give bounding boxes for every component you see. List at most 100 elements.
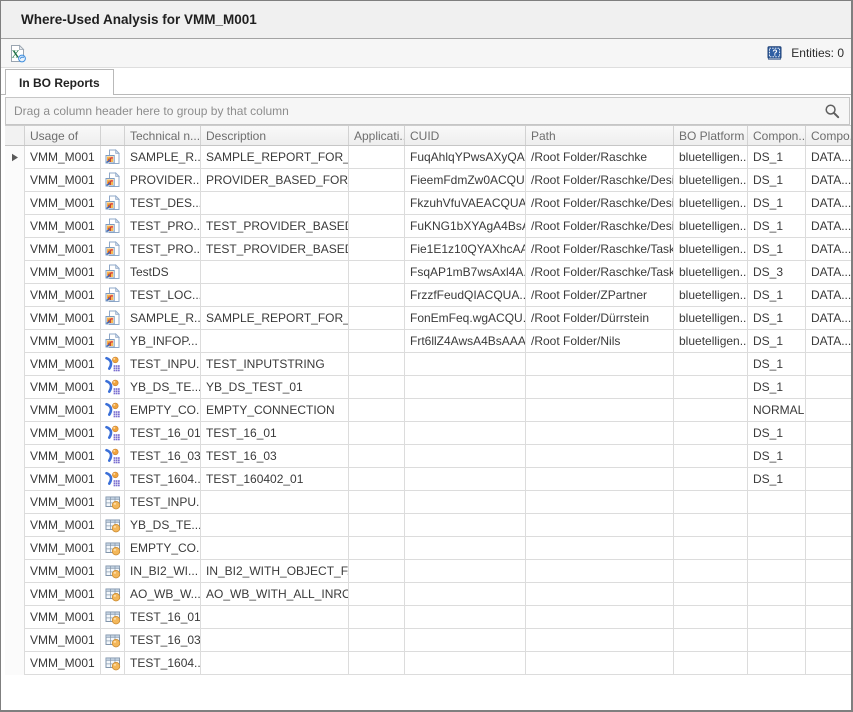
cell-usage[interactable]: VMM_M001	[25, 169, 101, 192]
cell-component[interactable]: DS_1	[748, 330, 806, 353]
cell-technical[interactable]: TestDS	[125, 261, 201, 284]
row-indicator[interactable]	[5, 583, 25, 606]
table-row[interactable]: VMM_M001TEST_PRO...TEST_PROVIDER_BASEDFi…	[5, 238, 852, 261]
cell-usage[interactable]: VMM_M001	[25, 652, 101, 675]
cell-usage[interactable]: VMM_M001	[25, 146, 101, 169]
cell-technical[interactable]: TEST_16_03	[125, 629, 201, 652]
table-row[interactable]: VMM_M001TEST_16_01TEST_16_01DS_1	[5, 422, 852, 445]
search-icon[interactable]	[824, 103, 841, 120]
cell-component2[interactable]: DATA...	[806, 307, 852, 330]
cell-cuid[interactable]	[405, 491, 526, 514]
cell-component[interactable]: DS_1	[748, 192, 806, 215]
object-type-cell[interactable]	[101, 491, 125, 514]
object-type-cell[interactable]	[101, 652, 125, 675]
row-indicator[interactable]	[5, 445, 25, 468]
row-indicator[interactable]	[5, 652, 25, 675]
cell-description[interactable]: YB_DS_TEST_01	[201, 376, 349, 399]
cell-cuid[interactable]: FkzuhVfuVAEACQUA...	[405, 192, 526, 215]
row-indicator[interactable]	[5, 215, 25, 238]
cell-platform[interactable]	[674, 376, 748, 399]
cell-usage[interactable]: VMM_M001	[25, 192, 101, 215]
cell-component2[interactable]	[806, 445, 852, 468]
cell-technical[interactable]: TEST_16_03	[125, 445, 201, 468]
cell-platform[interactable]	[674, 399, 748, 422]
cell-platform[interactable]: bluetelligen...	[674, 215, 748, 238]
cell-component[interactable]	[748, 583, 806, 606]
cell-component[interactable]: NORMAL...	[748, 399, 806, 422]
object-type-cell[interactable]	[101, 560, 125, 583]
cell-technical[interactable]: YB_INFOP...	[125, 330, 201, 353]
table-row[interactable]: VMM_M001TEST_1604...TEST_160402_01DS_1	[5, 468, 852, 491]
cell-usage[interactable]: VMM_M001	[25, 629, 101, 652]
object-type-cell[interactable]	[101, 353, 125, 376]
export-to-excel-button[interactable]: X	[6, 42, 28, 64]
cell-component2[interactable]	[806, 514, 852, 537]
cell-technical[interactable]: SAMPLE_R...	[125, 307, 201, 330]
cell-platform[interactable]	[674, 537, 748, 560]
cell-component2[interactable]	[806, 399, 852, 422]
cell-technical[interactable]: AO_WB_W...	[125, 583, 201, 606]
cell-usage[interactable]: VMM_M001	[25, 399, 101, 422]
object-type-cell[interactable]	[101, 215, 125, 238]
cell-technical[interactable]: TEST_1604...	[125, 652, 201, 675]
cell-application[interactable]	[349, 514, 405, 537]
object-type-cell[interactable]	[101, 146, 125, 169]
cell-component2[interactable]	[806, 652, 852, 675]
cell-platform[interactable]: bluetelligen...	[674, 192, 748, 215]
cell-application[interactable]	[349, 652, 405, 675]
cell-application[interactable]	[349, 261, 405, 284]
cell-description[interactable]: TEST_16_01	[201, 422, 349, 445]
cell-application[interactable]	[349, 307, 405, 330]
cell-application[interactable]	[349, 399, 405, 422]
cell-component2[interactable]	[806, 353, 852, 376]
cell-platform[interactable]	[674, 353, 748, 376]
cell-component[interactable]: DS_3	[748, 261, 806, 284]
cell-path[interactable]	[526, 491, 674, 514]
cell-component2[interactable]: DATA...	[806, 146, 852, 169]
row-indicator[interactable]	[5, 537, 25, 560]
object-type-cell[interactable]	[101, 514, 125, 537]
cell-platform[interactable]: bluetelligen...	[674, 261, 748, 284]
cell-technical[interactable]: TEST_PRO...	[125, 215, 201, 238]
cell-description[interactable]	[201, 652, 349, 675]
cell-application[interactable]	[349, 468, 405, 491]
cell-cuid[interactable]: Frt6llZ4AwsA4BsAAA...	[405, 330, 526, 353]
cell-component2[interactable]: DATA...	[806, 215, 852, 238]
cell-application[interactable]	[349, 445, 405, 468]
object-type-cell[interactable]	[101, 284, 125, 307]
column-header-application[interactable]: Applicati...	[349, 126, 405, 145]
cell-component2[interactable]	[806, 376, 852, 399]
cell-description[interactable]: TEST_160402_01	[201, 468, 349, 491]
cell-path[interactable]: /Root Folder/Raschke/Desi...	[526, 169, 674, 192]
row-indicator[interactable]	[5, 399, 25, 422]
cell-component[interactable]: DS_1	[748, 445, 806, 468]
cell-platform[interactable]: bluetelligen...	[674, 238, 748, 261]
cell-path[interactable]	[526, 652, 674, 675]
row-indicator[interactable]	[5, 514, 25, 537]
cell-cuid[interactable]: FuqAhlqYPwsAXyQA...	[405, 146, 526, 169]
cell-component2[interactable]	[806, 560, 852, 583]
cell-component[interactable]: DS_1	[748, 215, 806, 238]
cell-technical[interactable]: TEST_LOC...	[125, 284, 201, 307]
cell-cuid[interactable]	[405, 560, 526, 583]
cell-path[interactable]	[526, 583, 674, 606]
row-indicator[interactable]	[5, 169, 25, 192]
object-type-cell[interactable]	[101, 422, 125, 445]
cell-usage[interactable]: VMM_M001	[25, 537, 101, 560]
cell-path[interactable]: /Root Folder/Raschke/Desi...	[526, 215, 674, 238]
table-row[interactable]: VMM_M001TEST_PRO...TEST_PROVIDER_BASEDFu…	[5, 215, 852, 238]
column-header-technical[interactable]: Technical n...	[125, 126, 201, 145]
cell-technical[interactable]: EMPTY_CO...	[125, 399, 201, 422]
cell-component2[interactable]	[806, 468, 852, 491]
cell-platform[interactable]	[674, 445, 748, 468]
cell-description[interactable]	[201, 491, 349, 514]
cell-usage[interactable]: VMM_M001	[25, 284, 101, 307]
cell-description[interactable]: TEST_INPUTSTRING	[201, 353, 349, 376]
cell-component2[interactable]	[806, 583, 852, 606]
cell-technical[interactable]: YB_DS_TE...	[125, 514, 201, 537]
cell-application[interactable]	[349, 583, 405, 606]
cell-application[interactable]	[349, 491, 405, 514]
cell-technical[interactable]: PROVIDER...	[125, 169, 201, 192]
cell-cuid[interactable]	[405, 399, 526, 422]
cell-description[interactable]	[201, 537, 349, 560]
